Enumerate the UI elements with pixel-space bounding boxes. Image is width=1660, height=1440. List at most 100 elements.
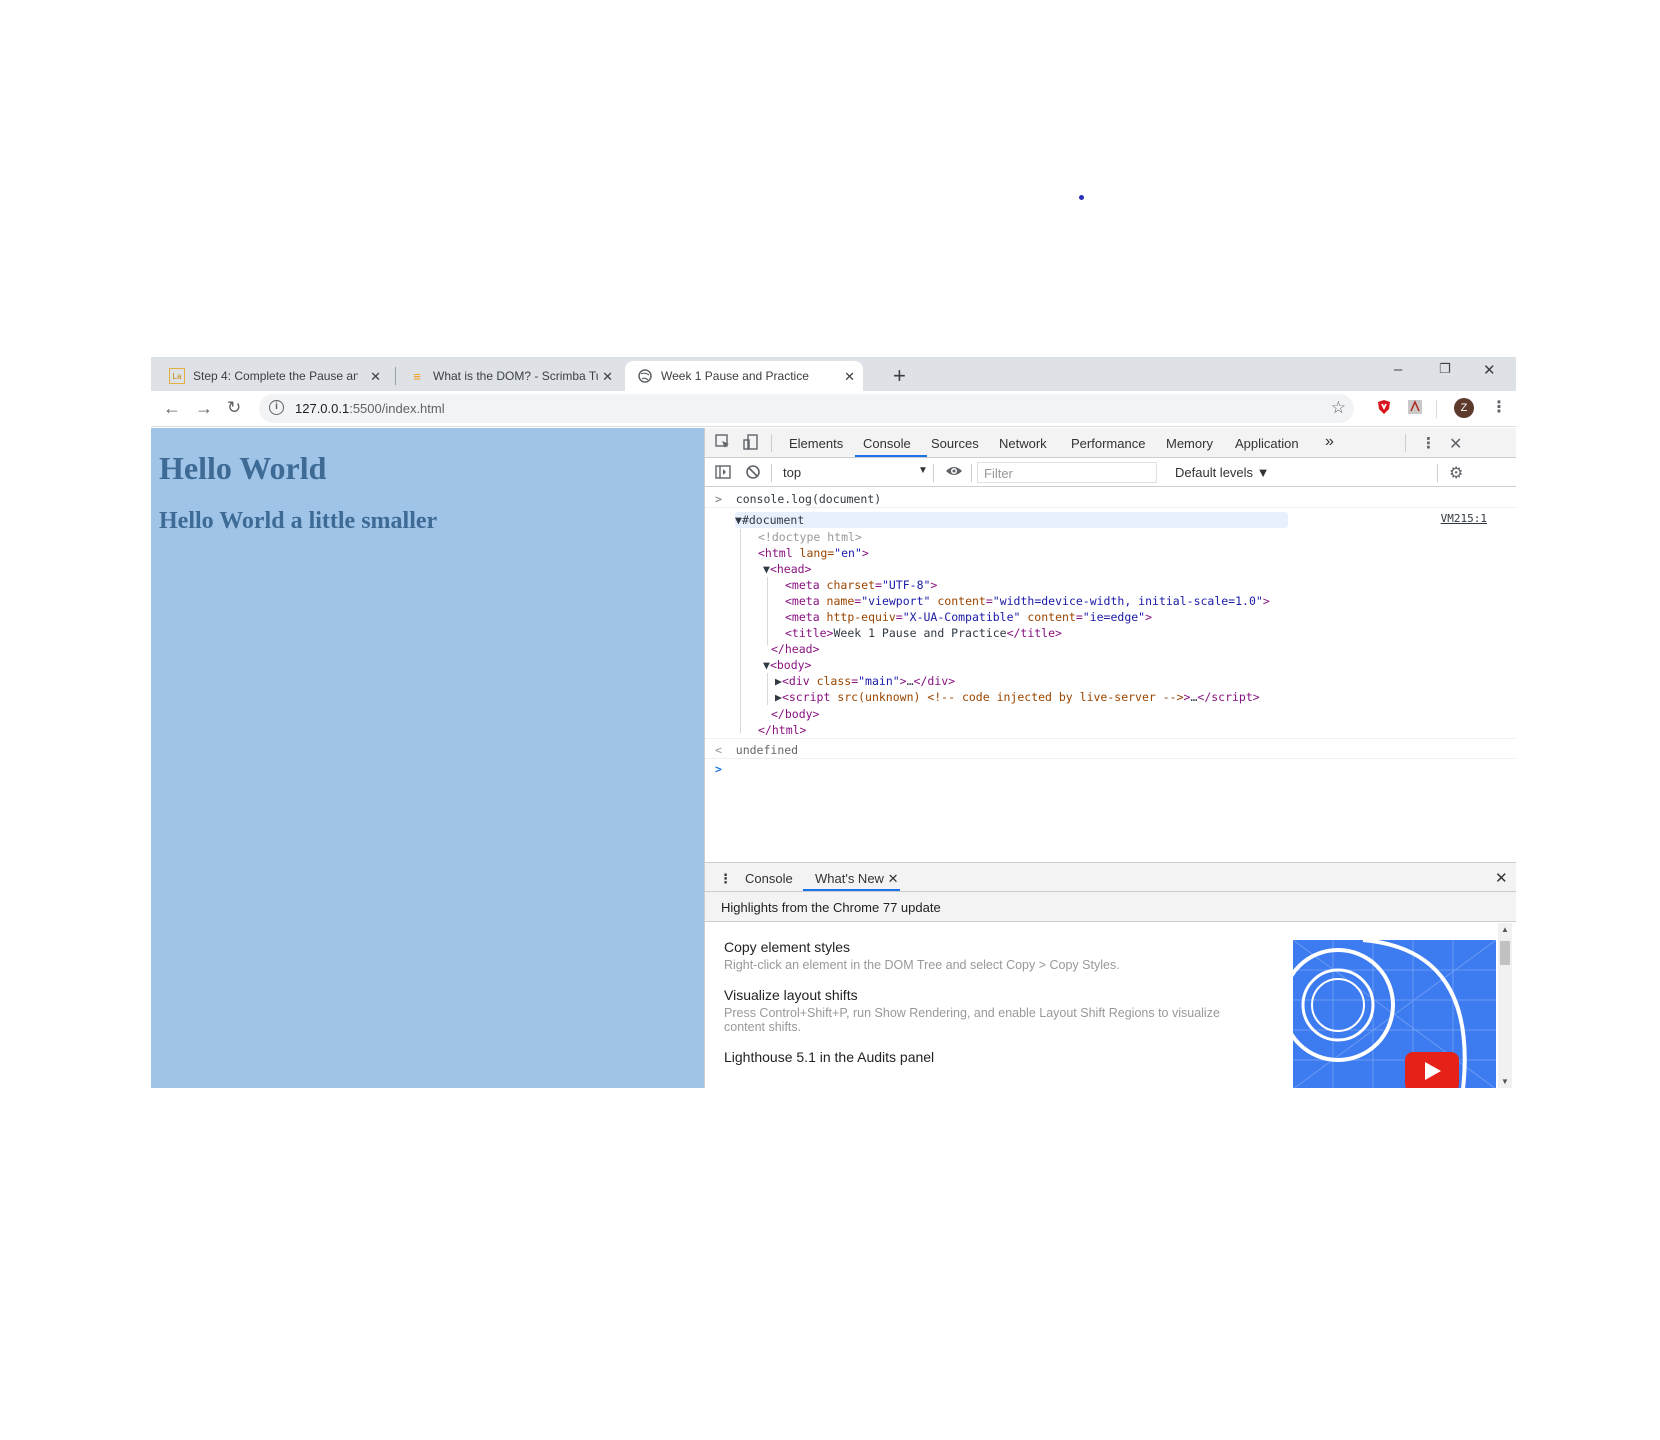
chevron-down-icon[interactable]: ▼ (918, 465, 928, 476)
value-text: "main" (858, 674, 900, 688)
log-levels-dropdown[interactable]: Default levels ▼ (1175, 465, 1270, 480)
scroll-up-icon[interactable]: ▲ (1501, 925, 1509, 934)
item-title: Lighthouse 5.1 in the Audits panel (724, 1049, 935, 1065)
url-text: 127.0.0.1:5500/index.html (295, 401, 445, 416)
collapsed-triangle-icon[interactable]: ▶ (775, 690, 782, 704)
page-subheading: Hello World a little smaller (159, 508, 438, 534)
tree-guide (767, 577, 768, 645)
whats-new-item[interactable]: Copy element styles Right-click an eleme… (724, 939, 1244, 972)
row-divider (705, 738, 1516, 739)
sidebar-toggle-icon[interactable] (715, 464, 731, 484)
drawer-tab-whats-new[interactable]: What's New ✕ (815, 871, 898, 887)
gear-icon[interactable]: ⚙ (1449, 463, 1463, 483)
scroll-thumb[interactable] (1500, 941, 1510, 965)
drawer-tab-console[interactable]: Console (745, 871, 793, 886)
expand-triangle-icon[interactable]: ▼ (735, 513, 742, 527)
bookmark-star-icon[interactable]: ☆ (1331, 398, 1346, 418)
source-link[interactable]: VM215:1 (1441, 512, 1487, 525)
tab-application[interactable]: Application (1235, 436, 1299, 451)
item-title: Copy element styles (724, 939, 851, 955)
tree-html-close[interactable]: </html> (758, 723, 806, 737)
video-thumbnail[interactable] (1293, 940, 1496, 1088)
back-icon[interactable]: ← (163, 398, 181, 419)
close-icon[interactable]: ✕ (602, 369, 613, 385)
tree-guide (740, 529, 741, 733)
close-icon[interactable]: ✕ (844, 369, 855, 385)
expand-triangle-icon[interactable]: ▼ (763, 562, 770, 576)
tab-separator (395, 367, 396, 385)
separator (933, 464, 934, 482)
more-tabs-icon[interactable]: » (1325, 433, 1334, 451)
devtools-panel: Elements Console Sources Network Perform… (704, 428, 1516, 1088)
tab-console[interactable]: Console (863, 436, 911, 451)
whats-new-item[interactable]: Lighthouse 5.1 in the Audits panel (724, 1049, 934, 1065)
kebab-menu-icon[interactable]: ⋮ (1491, 397, 1507, 417)
devtools-menu-icon[interactable]: ⋮ (1421, 434, 1436, 452)
tree-doctype[interactable]: <!doctype html> (758, 530, 862, 544)
tab-title: What is the DOM? - Scrimba Tutorial (433, 369, 598, 383)
forward-icon[interactable]: → (195, 398, 213, 419)
tree-div-main[interactable]: ▶<div class="main">…</div> (775, 674, 955, 688)
drawer-menu-icon[interactable]: ⋮ (719, 871, 732, 887)
tab-strip: La Step 4: Complete the Pause and Practi… (151, 357, 1516, 391)
whats-new-item[interactable]: Visualize layout shifts Press Control+Sh… (724, 987, 1244, 1034)
reload-icon[interactable]: ↻ (227, 398, 241, 418)
tree-meta-charset[interactable]: <meta charset="UTF-8"> (785, 578, 937, 592)
separator (971, 464, 972, 482)
tree-html[interactable]: <html lang="en"> (758, 546, 869, 560)
selected-node-highlight (735, 512, 1288, 528)
tab-week1[interactable]: Week 1 Pause and Practice ✕ (625, 361, 863, 391)
collapsed-triangle-icon[interactable]: ▶ (775, 674, 782, 688)
la-icon: La (169, 368, 185, 384)
tab-network[interactable]: Network (999, 436, 1047, 451)
value-text: "UTF-8" (881, 578, 931, 592)
tree-script[interactable]: ▶<script src(unknown) <!-- code injected… (775, 690, 1260, 704)
avatar[interactable]: Z (1454, 398, 1474, 418)
document-label: #document (741, 513, 805, 527)
context-selector[interactable]: top (783, 465, 801, 480)
new-tab-plus-icon[interactable]: + (893, 363, 906, 389)
tree-meta-http-equiv[interactable]: <meta http-equiv="X-UA-Compatible" conte… (785, 610, 1152, 624)
close-icon[interactable]: ✕ (370, 369, 381, 385)
shield-icon[interactable] (1376, 399, 1392, 418)
tab-memory[interactable]: Memory (1166, 436, 1213, 451)
value-text: "X-UA-Compatible" (902, 610, 1021, 624)
scrollbar[interactable]: ▲ ▼ (1498, 923, 1512, 1088)
tab-sources[interactable]: Sources (931, 436, 979, 451)
tree-body[interactable]: ▼<body> (763, 658, 811, 672)
close-icon[interactable]: ✕ (888, 871, 899, 886)
tab-scrimba[interactable]: ≡ What is the DOM? - Scrimba Tutorial ✕ (409, 361, 621, 391)
expand-triangle-icon[interactable]: ▼ (763, 658, 770, 672)
devtools-close-icon[interactable]: ✕ (1449, 434, 1462, 454)
inspect-element-icon[interactable] (715, 434, 731, 454)
drawer-close-icon[interactable]: ✕ (1495, 869, 1508, 887)
window-close-icon[interactable]: ✕ (1483, 361, 1496, 379)
tree-meta-viewport[interactable]: <meta name="viewport" content="width=dev… (785, 594, 1270, 608)
tree-title[interactable]: <title>Week 1 Pause and Practice</title> (785, 626, 1062, 640)
tree-document[interactable]: ▼#document (735, 513, 804, 527)
tree-body-close[interactable]: </body> (771, 707, 819, 721)
restore-icon[interactable]: ❐ (1439, 361, 1451, 377)
pdf-extension-icon[interactable] (1407, 399, 1423, 418)
console-prompt-icon[interactable]: > (715, 762, 722, 776)
url-path: :5500/index.html (349, 401, 445, 416)
tab-performance[interactable]: Performance (1071, 436, 1145, 451)
scroll-down-icon[interactable]: ▼ (1501, 1077, 1509, 1086)
minimize-icon[interactable]: – (1394, 361, 1402, 378)
tab-elements[interactable]: Elements (789, 436, 843, 451)
page-heading: Hello World (159, 450, 327, 486)
eye-icon[interactable] (945, 463, 963, 483)
address-bar[interactable]: i 127.0.0.1:5500/index.html ☆ (259, 394, 1354, 423)
device-toolbar-icon[interactable] (743, 434, 759, 454)
item-desc: Press Control+Shift+P, run Show Renderin… (724, 1006, 1220, 1034)
tab-title: Week 1 Pause and Practice (661, 369, 809, 383)
tab-step4[interactable]: La Step 4: Complete the Pause and Practi… (169, 361, 389, 391)
drawer-tabbar: ⋮ Console What's New ✕ ✕ (705, 863, 1516, 892)
clear-console-icon[interactable] (745, 464, 761, 484)
tree-head[interactable]: ▼<head> (763, 562, 811, 576)
separator (771, 434, 772, 452)
scrimba-icon: ≡ (413, 368, 421, 384)
tree-head-close[interactable]: </head> (771, 642, 819, 656)
info-icon[interactable]: i (269, 400, 284, 415)
filter-input[interactable]: Filter (977, 462, 1157, 483)
